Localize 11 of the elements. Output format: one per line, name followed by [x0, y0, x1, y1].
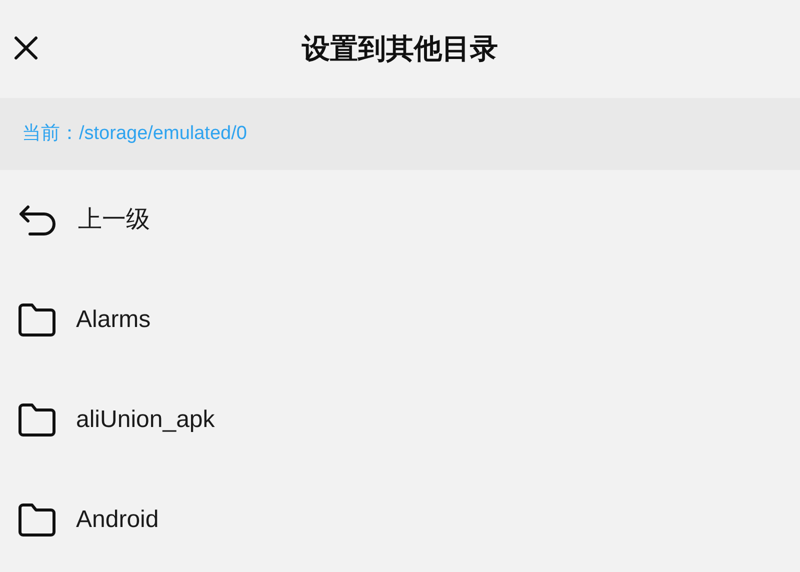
- parent-directory-item[interactable]: 上一级: [0, 170, 800, 270]
- current-path: 当前：/storage/emulated/0: [22, 122, 247, 146]
- close-icon: [13, 35, 39, 61]
- folder-icon: [18, 303, 56, 337]
- return-arrow-icon: [18, 204, 58, 236]
- folder-item[interactable]: Alarms: [0, 270, 800, 370]
- dialog-title: 设置到其他目录: [302, 32, 498, 66]
- folder-icon: [18, 503, 56, 537]
- folder-item[interactable]: aliUnion_apk: [0, 370, 800, 470]
- folder-icon: [18, 403, 56, 437]
- folder-item[interactable]: Android: [0, 470, 800, 570]
